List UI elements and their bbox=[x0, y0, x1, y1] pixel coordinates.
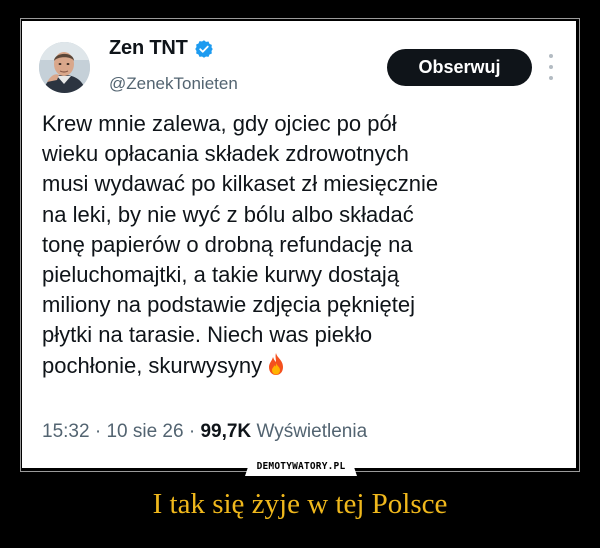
tweet-text-line: wieku opłacania składek zdrowotnych bbox=[42, 141, 409, 167]
tweet-card: Zen TNT @ZenekTonieten Obserwuj Krew mni… bbox=[22, 21, 576, 468]
author-name[interactable]: Zen TNT bbox=[109, 37, 188, 60]
tweet-text-line: pochłonie, skurwysyny bbox=[42, 352, 263, 378]
avatar[interactable] bbox=[39, 42, 90, 93]
follow-button[interactable]: Obserwuj bbox=[387, 49, 532, 86]
caption: I tak się żyje w tej Polsce bbox=[152, 488, 448, 520]
tweet-meta: 15:32 · 10 sie 26 · 99,7K Wyświetlenia bbox=[42, 421, 367, 443]
meta-separator: · bbox=[94, 421, 102, 442]
watermark-text: DEMOTYWATORY.PL bbox=[256, 460, 346, 472]
tweet-text: Krew mnie zalewa, gdy ojciec po pół wiek… bbox=[42, 109, 557, 381]
tweet-text-line: na leki, by nie wyć z bólu albo składać bbox=[42, 201, 414, 227]
more-options-icon[interactable] bbox=[545, 54, 557, 80]
tweet-text-line: płytki na tarasie. Niech was piekło bbox=[42, 322, 373, 348]
tweet-text-line: miliony na podstawie zdjęcia pękniętej bbox=[42, 292, 415, 318]
author-handle[interactable]: @ZenekTonieten bbox=[109, 74, 238, 94]
views-count[interactable]: 99,7K bbox=[200, 421, 251, 442]
watermark-tab: DEMOTYWATORY.PL bbox=[245, 456, 357, 476]
tweet-text-line: Krew mnie zalewa, gdy ojciec po pół bbox=[42, 111, 397, 136]
tweet-text-line: musi wydawać po kilkaset zł miesięcznie bbox=[42, 171, 439, 197]
tweet-text-last-line: pochłonie, skurwysyny bbox=[42, 351, 557, 381]
tweet-time[interactable]: 15:32 bbox=[42, 421, 90, 442]
tweet-text-line: pieluchomajtki, a takie kurwy dostają bbox=[42, 262, 400, 288]
verified-badge-icon bbox=[194, 39, 214, 59]
tweet-date[interactable]: 10 sie 26 bbox=[106, 421, 183, 442]
fire-emoji-icon bbox=[266, 352, 286, 376]
tweet-text-line: tonę papierów o drobną refundację na bbox=[42, 231, 413, 257]
meta-separator: · bbox=[188, 421, 196, 442]
views-label[interactable]: Wyświetlenia bbox=[256, 421, 367, 442]
author-row: Zen TNT bbox=[109, 37, 214, 60]
